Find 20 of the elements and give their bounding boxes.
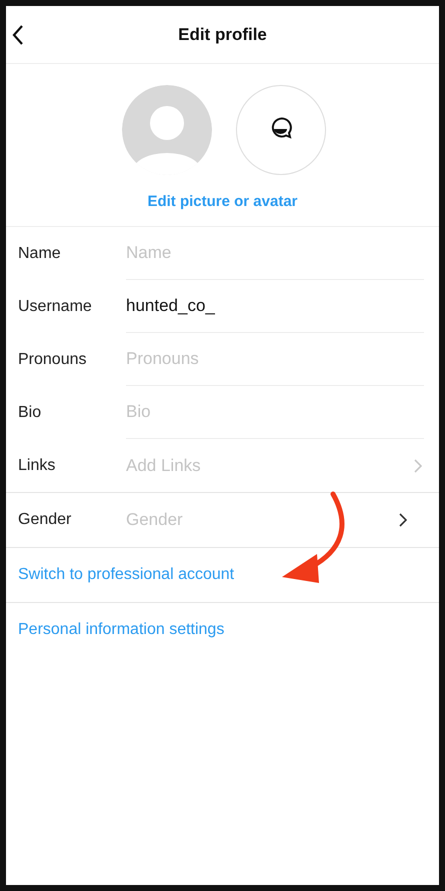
field-label: Gender <box>17 510 72 530</box>
field-label: Username <box>17 296 93 316</box>
screen-title: Edit profile <box>178 24 267 44</box>
avatar-sticker-icon[interactable] <box>236 85 326 175</box>
input-field[interactable]: Bio <box>126 402 424 422</box>
field-label: Bio <box>17 402 42 422</box>
chevron-right-icon <box>414 458 422 472</box>
back-icon[interactable] <box>12 25 24 45</box>
field-label: Name <box>17 244 62 264</box>
input-field[interactable]: Name <box>126 243 424 263</box>
chevron-right-icon <box>399 513 407 527</box>
links-field[interactable]: Add Links <box>126 456 414 476</box>
input-field[interactable]: hunted_co_ <box>126 296 424 316</box>
settings-link[interactable]: Personal information settings <box>18 621 224 639</box>
field-label: Links <box>17 456 56 476</box>
gender-field[interactable]: Gender <box>126 510 399 530</box>
edit-picture-link[interactable]: Edit picture or avatar <box>147 193 298 210</box>
input-field[interactable]: Pronouns <box>126 349 424 369</box>
settings-link[interactable]: Switch to professional account <box>18 566 234 584</box>
field-label: Pronouns <box>17 350 88 370</box>
